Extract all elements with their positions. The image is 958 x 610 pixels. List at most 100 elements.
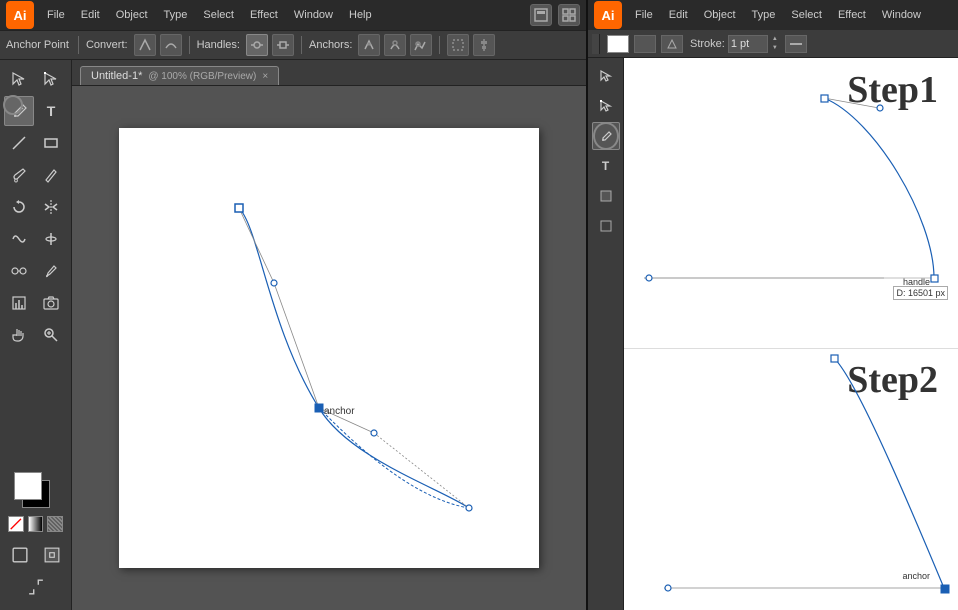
- menu-help[interactable]: Help: [342, 7, 379, 23]
- stroke-spinners[interactable]: ▲ ▼: [772, 35, 778, 53]
- distance-label: D: 16501 px: [893, 286, 948, 300]
- right-stroke-mode-btn-1[interactable]: [634, 35, 656, 53]
- rect-tool-btn[interactable]: [36, 128, 66, 158]
- right-menu-object[interactable]: Object: [697, 7, 743, 23]
- blend-tool-btn[interactable]: [4, 256, 34, 286]
- tab-title: Untitled-1*: [91, 70, 142, 82]
- center-panel: Untitled-1* @ 100% (RGB/Preview) ×: [72, 60, 586, 610]
- handles-label: Handles:: [197, 39, 240, 51]
- type-tool-btn[interactable]: T: [36, 96, 66, 126]
- right-direct-select-btn[interactable]: [592, 92, 620, 120]
- color-swatches[interactable]: [14, 472, 58, 512]
- menu-window[interactable]: Window: [287, 7, 340, 23]
- right-type-btn[interactable]: T: [592, 152, 620, 180]
- color-area: [4, 468, 67, 536]
- right-toolbar: Stroke: ▲ ▼: [588, 30, 958, 58]
- right-select-btn[interactable]: [592, 62, 620, 90]
- pen-tool-btn[interactable]: [4, 96, 34, 126]
- preview-btn[interactable]: [5, 540, 35, 570]
- view-row: [4, 540, 67, 570]
- anchors-btn-2[interactable]: [384, 34, 406, 56]
- toolbar-sep-1: [78, 36, 79, 54]
- panel-collapse-btn[interactable]: [592, 34, 600, 54]
- menu-type[interactable]: Type: [157, 7, 195, 23]
- width-tool-btn[interactable]: [36, 224, 66, 254]
- proxy-icon[interactable]: [530, 4, 552, 26]
- right-menubar: Ai File Edit Object Type Select Effect W…: [588, 0, 958, 30]
- tool-row-7: [4, 256, 67, 286]
- arrange-icon[interactable]: [558, 4, 580, 26]
- menu-select[interactable]: Select: [196, 7, 241, 23]
- right-fill-color[interactable]: [607, 35, 629, 53]
- right-menu-window[interactable]: Window: [875, 7, 928, 23]
- right-menu-select[interactable]: Select: [784, 7, 829, 23]
- anchor-point-label: Anchor Point: [6, 39, 69, 51]
- line-tool-btn[interactable]: [4, 128, 34, 158]
- pattern-icon[interactable]: [47, 516, 63, 532]
- tool-row-3: [4, 128, 67, 158]
- right-anchor-tool-btn[interactable]: [592, 122, 620, 150]
- hide-edges-btn[interactable]: [447, 34, 469, 56]
- handles-btn-1[interactable]: [246, 34, 268, 56]
- canvas-document: anchor: [119, 128, 539, 568]
- toolbar-sep-4: [439, 36, 440, 54]
- tab-close-btn[interactable]: ×: [262, 71, 268, 82]
- convert-btn-2[interactable]: [160, 34, 182, 56]
- handles-btn-2[interactable]: [272, 34, 294, 56]
- tool-row-4: [4, 160, 67, 190]
- align-btn[interactable]: [473, 34, 495, 56]
- screen-mode-btn[interactable]: [37, 540, 67, 570]
- none-icon[interactable]: [8, 516, 24, 532]
- menu-effect[interactable]: Effect: [243, 7, 285, 23]
- step2-anchor-label: anchor: [902, 570, 930, 582]
- tab-bar: Untitled-1* @ 100% (RGB/Preview) ×: [72, 60, 586, 86]
- gradient-icon[interactable]: [28, 516, 44, 532]
- right-menu-effect[interactable]: Effect: [831, 7, 873, 23]
- direct-select-tool-btn[interactable]: [36, 64, 66, 94]
- tab-subtitle: @ 100% (RGB/Preview): [148, 71, 256, 82]
- right-stroke-mode-btn-2[interactable]: [661, 35, 683, 53]
- anchors-label: Anchors:: [309, 39, 352, 51]
- rotate-tool-btn[interactable]: [4, 192, 34, 222]
- camera-tool-btn[interactable]: [36, 288, 66, 318]
- extra-row: [4, 572, 67, 602]
- canvas-svg: [119, 128, 539, 568]
- right-menu-edit[interactable]: Edit: [662, 7, 695, 23]
- right-menu-file[interactable]: File: [628, 7, 660, 23]
- menu-edit[interactable]: Edit: [74, 7, 107, 23]
- reflect-tool-btn[interactable]: [36, 192, 66, 222]
- warp-tool-btn[interactable]: [4, 224, 34, 254]
- expand-btn[interactable]: [21, 572, 51, 602]
- stroke-options-btn[interactable]: [785, 35, 807, 53]
- canvas-area[interactable]: anchor: [72, 86, 586, 610]
- right-menu-type[interactable]: Type: [745, 7, 783, 23]
- pencil-tool-btn[interactable]: [36, 160, 66, 190]
- right-tool5[interactable]: [592, 182, 620, 210]
- document-tab[interactable]: Untitled-1* @ 100% (RGB/Preview) ×: [80, 66, 279, 85]
- paint-tool-btn[interactable]: [4, 160, 34, 190]
- left-toolbar: Anchor Point Convert: Handles: Anchors:: [0, 30, 586, 60]
- toolbar-sep-3: [301, 36, 302, 54]
- fill-swatch[interactable]: [14, 472, 42, 500]
- menu-object[interactable]: Object: [109, 7, 155, 23]
- hand-tool-btn[interactable]: [4, 320, 34, 350]
- graph-tool-btn[interactable]: [4, 288, 34, 318]
- stroke-label: Stroke:: [690, 38, 725, 50]
- eyedropper-tool-btn[interactable]: [36, 256, 66, 286]
- tool-row-5: [4, 192, 67, 222]
- anchors-btn-1[interactable]: [358, 34, 380, 56]
- small-color-icons: [8, 516, 63, 532]
- left-ai-logo: Ai: [6, 1, 34, 29]
- tool-row-6: [4, 224, 67, 254]
- right-toolbox: T: [588, 58, 624, 610]
- anchors-btn-3[interactable]: [410, 34, 432, 56]
- anchor-label: anchor: [324, 406, 355, 417]
- tool-row-2: T: [4, 96, 67, 126]
- stroke-input[interactable]: [728, 35, 768, 53]
- convert-btn-1[interactable]: [134, 34, 156, 56]
- right-tool6[interactable]: [592, 212, 620, 240]
- select-tool-btn[interactable]: [4, 64, 34, 94]
- left-menubar: Ai File Edit Object Type Select Effect W…: [0, 0, 586, 30]
- zoom-tool-btn[interactable]: [36, 320, 66, 350]
- menu-file[interactable]: File: [40, 7, 72, 23]
